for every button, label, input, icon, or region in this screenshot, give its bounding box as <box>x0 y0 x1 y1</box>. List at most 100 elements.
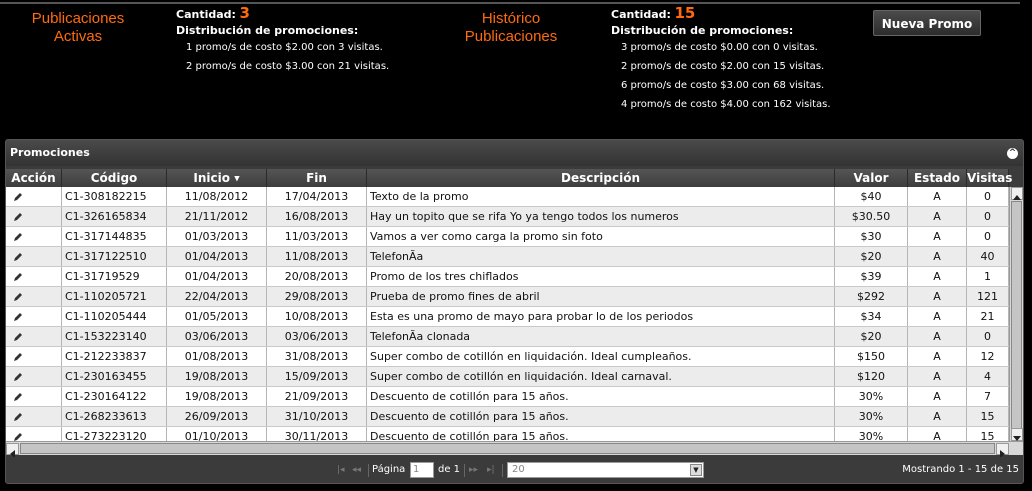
table-row[interactable]: C1-326165834 21/11/2012 16/08/2013 Hay un t… <box>6 207 1009 227</box>
cell-accion <box>6 387 62 406</box>
historico-dist-line: 3 promo/s de costo $0.00 con 0 visitas. <box>621 42 818 53</box>
col-visitas[interactable]: Visitas <box>967 169 1012 187</box>
edit-pencil-icon[interactable] <box>13 332 23 342</box>
page-input[interactable]: 1 <box>410 462 434 478</box>
activas-dist-label: Distribución de promociones: <box>176 24 359 37</box>
cell-accion <box>6 287 62 306</box>
pager: |◂ ◂◂ Página 1 de 1 ▸▸ ▸| 20 ▼ Mostrando… <box>6 457 1023 483</box>
cell-fin: 29/08/2013 <box>267 287 367 306</box>
table-row[interactable]: C1-317144835 01/03/2013 11/03/2013 Vamos a … <box>6 227 1009 247</box>
last-page-icon[interactable]: ▸| <box>487 457 495 483</box>
col-valor[interactable]: Valor <box>835 169 908 187</box>
horizontal-scrollbar[interactable] <box>6 441 1023 458</box>
page-size-select[interactable]: 20 ▼ <box>507 462 704 478</box>
scroll-down-icon[interactable] <box>1011 428 1023 441</box>
pager-separator <box>368 464 369 477</box>
cell-valor: $30 <box>835 227 908 246</box>
cell-accion <box>6 227 62 246</box>
chevron-down-icon[interactable]: ▼ <box>690 464 702 476</box>
scroll-left-icon[interactable] <box>6 443 19 458</box>
edit-pencil-icon[interactable] <box>13 292 23 302</box>
edit-pencil-icon[interactable] <box>13 212 23 222</box>
table-row[interactable]: C1-268233613 26/09/2013 31/10/2013 Descuent… <box>6 407 1009 427</box>
edit-pencil-icon[interactable] <box>13 432 23 441</box>
table-row[interactable]: C1-230163455 19/08/2013 15/09/2013 Super co… <box>6 367 1009 387</box>
col-accion[interactable]: Acción <box>6 169 62 187</box>
cell-inicio: 22/04/2013 <box>167 287 267 306</box>
cell-valor: $40 <box>835 187 908 206</box>
top-divider <box>0 2 1020 4</box>
cell-valor: $34 <box>835 307 908 326</box>
cell-accion <box>6 367 62 386</box>
cell-estado: A <box>908 267 967 286</box>
collapse-icon[interactable]: ^ <box>1007 148 1018 159</box>
historico-dist-line: 6 promo/s de costo $3.00 con 68 visitas. <box>621 80 825 91</box>
cell-fin: 21/09/2013 <box>267 387 367 406</box>
col-codigo[interactable]: Código <box>62 169 167 187</box>
cell-inicio: 19/08/2013 <box>167 387 267 406</box>
scroll-up-icon[interactable] <box>1011 187 1023 200</box>
grid-header: Acción Código Inicio ▼ Fin Descripción V… <box>6 169 1012 187</box>
edit-pencil-icon[interactable] <box>13 192 23 202</box>
cell-accion <box>6 207 62 226</box>
cell-estado: A <box>908 327 967 346</box>
cell-visitas: 0 <box>967 327 1009 346</box>
edit-pencil-icon[interactable] <box>13 372 23 382</box>
historico-title-line1: Histórico <box>481 10 541 27</box>
cell-descripcion: Hay un topito que se rifa Yo ya tengo to… <box>367 207 835 226</box>
cell-estado: A <box>908 367 967 386</box>
scroll-right-icon[interactable] <box>996 443 1009 458</box>
cell-inicio: 01/10/2013 <box>167 427 267 441</box>
edit-pencil-icon[interactable] <box>13 312 23 322</box>
activas-cantidad-label: Cantidad: <box>176 8 236 21</box>
cell-descripcion: Descuento de cotillón para 15 años. <box>367 407 835 426</box>
table-row[interactable]: C1-110205444 01/05/2013 10/08/2013 Esta es … <box>6 307 1009 327</box>
col-fin[interactable]: Fin <box>267 169 367 187</box>
table-row[interactable]: C1-273223120 01/10/2013 30/11/2013 Descuent… <box>6 427 1009 441</box>
cell-codigo: C1-31719529 <box>62 267 167 286</box>
historico-title: Histórico Publicaciones <box>447 10 575 46</box>
col-estado[interactable]: Estado <box>908 169 967 187</box>
historico-stats: Cantidad: 15 Distribución de promociones… <box>611 4 831 114</box>
vertical-scrollbar[interactable] <box>1009 187 1023 441</box>
edit-pencil-icon[interactable] <box>13 392 23 402</box>
cell-codigo: C1-326165834 <box>62 207 167 226</box>
col-inicio[interactable]: Inicio ▼ <box>167 169 267 187</box>
cell-estado: A <box>908 407 967 426</box>
col-descripcion[interactable]: Descripción <box>367 169 835 187</box>
table-row[interactable]: C1-110205721 22/04/2013 29/08/2013 Prueba d… <box>6 287 1009 307</box>
table-row[interactable]: C1-317122510 01/04/2013 11/08/2013 TelefonÃ… <box>6 247 1009 267</box>
table-row[interactable]: C1-308182215 11/08/2012 17/04/2013 Texto de… <box>6 187 1009 207</box>
vertical-scroll-thumb[interactable] <box>1011 201 1022 429</box>
edit-pencil-icon[interactable] <box>13 272 23 282</box>
edit-pencil-icon[interactable] <box>13 252 23 262</box>
cell-fin: 16/08/2013 <box>267 207 367 226</box>
page-label: Página <box>372 464 406 475</box>
page-of-label: de 1 <box>438 464 461 475</box>
horizontal-scroll-thumb[interactable] <box>20 443 995 454</box>
cell-inicio: 26/09/2013 <box>167 407 267 426</box>
cell-visitas: 4 <box>967 367 1009 386</box>
cell-visitas: 40 <box>967 247 1009 266</box>
cell-accion <box>6 187 62 206</box>
first-page-icon[interactable]: |◂ <box>337 457 345 483</box>
cell-visitas: 0 <box>967 207 1009 226</box>
activas-title: Publicaciones Activas <box>14 10 142 46</box>
cell-accion <box>6 427 62 441</box>
edit-pencil-icon[interactable] <box>13 352 23 362</box>
table-row[interactable]: C1-153223140 03/06/2013 03/06/2013 TelefonÃ… <box>6 327 1009 347</box>
cell-fin: 11/08/2013 <box>267 247 367 266</box>
table-row[interactable]: C1-31719529 01/04/2013 20/08/2013 Promo de … <box>6 267 1009 287</box>
cell-codigo: C1-317122510 <box>62 247 167 266</box>
cell-estado: A <box>908 207 967 226</box>
next-page-icon[interactable]: ▸▸ <box>469 457 478 483</box>
table-row[interactable]: C1-230164122 19/08/2013 21/09/2013 Descuent… <box>6 387 1009 407</box>
cell-visitas: 1 <box>967 267 1009 286</box>
historico-dist-line: 4 promo/s de costo $4.00 con 162 visitas… <box>621 99 831 110</box>
edit-pencil-icon[interactable] <box>13 232 23 242</box>
edit-pencil-icon[interactable] <box>13 412 23 422</box>
table-row[interactable]: C1-212233837 01/08/2013 31/08/2013 Super co… <box>6 347 1009 367</box>
prev-page-icon[interactable]: ◂◂ <box>352 457 361 483</box>
cell-inicio: 21/11/2012 <box>167 207 267 226</box>
nueva-promo-button[interactable]: Nueva Promo <box>873 10 981 36</box>
